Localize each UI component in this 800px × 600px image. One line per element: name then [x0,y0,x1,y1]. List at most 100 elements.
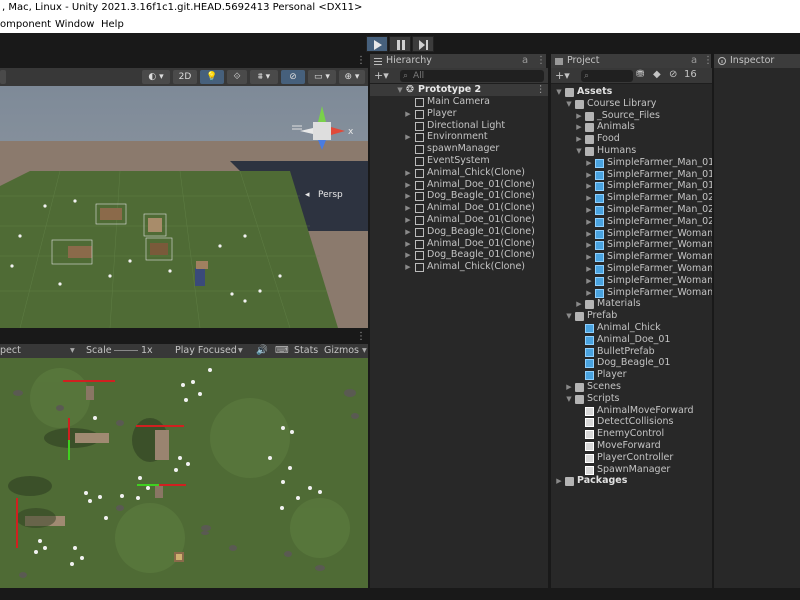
tab-hierarchy[interactable]: Hierarchy [370,54,546,68]
project-folder[interactable]: ▶ Packages [551,475,712,487]
menu-component[interactable]: omponent [0,16,51,33]
expand-arrow-icon[interactable]: ▶ [575,298,583,310]
hierarchy-item[interactable]: Directional Light [370,120,548,132]
expand-arrow-icon[interactable]: ▶ [404,226,412,238]
project-search-input[interactable]: ⌕ [581,70,633,82]
project-folder[interactable]: ▼ Scripts [551,393,712,405]
expand-arrow-icon[interactable]: ▼ [565,393,573,405]
project-asset[interactable]: ▶ SimpleFarmer_Man_01_B [551,157,712,169]
scene-menu-icon[interactable]: ⋮ [356,55,366,67]
lighting-toggle[interactable]: 💡 [200,70,224,84]
display-aspect-dropdown[interactable]: pect [0,344,21,358]
expand-arrow-icon[interactable]: ▶ [585,251,593,263]
step-button[interactable] [412,36,434,52]
expand-arrow-icon[interactable]: ▶ [585,216,593,228]
expand-arrow-icon[interactable]: ▶ [585,287,593,299]
hierarchy-item[interactable]: spawnManager [370,143,548,155]
create-asset-button[interactable]: +▾ [555,69,570,82]
hierarchy-item[interactable]: ▶ Dog_Beagle_01(Clone) [370,226,548,238]
project-script[interactable]: SpawnManager [551,464,712,476]
expand-arrow-icon[interactable]: ▶ [404,249,412,261]
expand-arrow-icon[interactable]: ▶ [575,121,583,133]
expand-arrow-icon[interactable]: ▶ [565,381,573,393]
project-folder[interactable]: ▶ Materials [551,298,712,310]
search-by-type-icon[interactable]: ⛃ [636,69,644,80]
pause-button[interactable] [389,36,411,52]
add-object-button[interactable]: +▾ [374,69,389,82]
project-asset[interactable]: Animal_Doe_01 [551,334,712,346]
expand-arrow-icon[interactable]: ▶ [585,169,593,181]
draw-mode-button[interactable]: ◐ ▾ [142,70,170,84]
hidden-packages-icon[interactable]: ⊘ [669,69,677,80]
expand-arrow-icon[interactable]: ▶ [585,157,593,169]
hierarchy-search-input[interactable]: ⌕ All [400,70,544,82]
lock-icon[interactable]: a [522,55,528,67]
keyboard-icon[interactable]: ⌨ [275,344,289,358]
gizmos-dropdown-arrow[interactable]: ▾ [362,344,367,358]
expand-arrow-icon[interactable]: ▶ [404,131,412,143]
expand-arrow-icon[interactable]: ▶ [585,263,593,275]
project-asset[interactable]: ▶ SimpleFarmer_Woman_0 [551,239,712,251]
game-menu-icon[interactable]: ⋮ [356,331,366,343]
expand-arrow-icon[interactable]: ▶ [585,239,593,251]
expand-arrow-icon[interactable]: ▶ [585,180,593,192]
project-folder[interactable]: ▶ Scenes [551,381,712,393]
expand-arrow-icon[interactable]: ▶ [555,475,563,487]
expand-arrow-icon[interactable]: ▶ [575,110,583,122]
expand-arrow-icon[interactable]: ▶ [585,204,593,216]
project-asset[interactable]: ▶ SimpleFarmer_Man_02_W [551,216,712,228]
project-asset[interactable]: ▶ SimpleFarmer_Man_02_B [551,192,712,204]
scene-tool-left[interactable] [0,70,6,84]
hierarchy-item[interactable]: ▶ Player [370,108,548,120]
project-asset[interactable]: ▶ SimpleFarmer_Man_01_W [551,180,712,192]
project-folder[interactable]: ▼ Course Library [551,98,712,110]
2d-toggle[interactable]: 2D [173,70,197,84]
project-asset[interactable]: ▶ SimpleFarmer_Woman_0 [551,263,712,275]
project-asset[interactable]: ▶ SimpleFarmer_Woman_0 [551,275,712,287]
expand-arrow-icon[interactable]: ▶ [404,190,412,202]
scene-row[interactable]: ▼ ❂ Prototype 2 ⋮ [370,84,548,96]
project-folder[interactable]: ▼ Assets [551,86,712,98]
project-asset[interactable]: Animal_Chick [551,322,712,334]
project-lock-icon[interactable]: a [691,55,697,67]
projection-label[interactable]: Persp [318,190,343,200]
expand-arrow-icon[interactable]: ▶ [404,179,412,191]
hierarchy-item[interactable]: ▶ Animal_Doe_01(Clone) [370,238,548,250]
hierarchy-item[interactable]: ▶ Animal_Doe_01(Clone) [370,202,548,214]
camera-settings-button[interactable]: ▭ ▾ [308,70,336,84]
game-canvas[interactable] [0,358,368,588]
aspect-dropdown-arrow[interactable]: ▾ [70,344,75,358]
tab-project[interactable]: Project [551,54,711,68]
expand-arrow-icon[interactable]: ▼ [565,98,573,110]
hierarchy-item[interactable]: ▶ Animal_Chick(Clone) [370,261,548,273]
tab-inspector[interactable]: Inspector [714,54,800,68]
hierarchy-menu-icon[interactable]: ⋮ [536,55,546,67]
play-button[interactable] [366,36,388,52]
gizmos-button[interactable]: Gizmos [324,344,359,358]
expand-arrow-icon[interactable]: ▶ [404,238,412,250]
audio-toggle[interactable]: ⟐ [227,70,247,84]
expand-arrow-icon[interactable]: ▶ [585,228,593,240]
hierarchy-item[interactable]: ▶ Animal_Doe_01(Clone) [370,179,548,191]
expand-arrow-icon[interactable]: ▼ [555,86,563,98]
expand-arrow-icon[interactable]: ▶ [404,108,412,120]
hierarchy-item[interactable]: ▶ Dog_Beagle_01(Clone) [370,249,548,261]
project-asset[interactable]: ▶ SimpleFarmer_Woman_0 [551,287,712,299]
expand-arrow-icon[interactable]: ▶ [404,261,412,273]
scene-menu-icon[interactable]: ⋮ [536,84,546,96]
gizmos-button[interactable]: ⊕ ▾ [339,70,365,84]
project-script[interactable]: DetectCollisions [551,416,712,428]
expand-arrow-icon[interactable]: ▶ [575,133,583,145]
project-folder[interactable]: ▼ Humans [551,145,712,157]
project-asset[interactable]: BulletPrefab [551,346,712,358]
search-by-label-icon[interactable]: ◆ [653,69,661,80]
hierarchy-item[interactable]: ▶ Animal_Chick(Clone) [370,167,548,179]
scene-canvas[interactable]: x Persp ◂ [0,86,368,328]
expand-arrow-icon[interactable]: ▼ [396,84,404,96]
project-menu-icon[interactable]: ⋮ [703,55,712,67]
project-script[interactable]: MoveForward [551,440,712,452]
expand-arrow-icon[interactable]: ▼ [565,310,573,322]
expand-arrow-icon[interactable]: ▶ [404,202,412,214]
hierarchy-item[interactable]: ▶ Animal_Doe_01(Clone) [370,214,548,226]
project-asset[interactable]: Dog_Beagle_01 [551,357,712,369]
